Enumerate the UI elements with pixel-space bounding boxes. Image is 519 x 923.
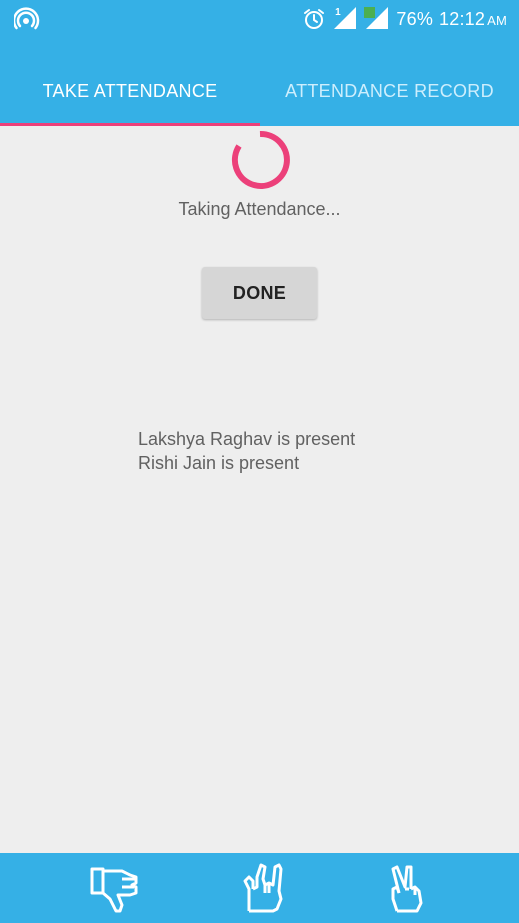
sim-badge: 1 <box>332 7 344 19</box>
tab-label: ATTENDANCE RECORD <box>285 80 494 101</box>
clock-time: 12:12 <box>439 8 486 29</box>
alarm-icon <box>304 9 325 29</box>
attendance-record: Rishi Jain is present <box>138 453 300 473</box>
thumbs-down-icon[interactable] <box>90 863 142 915</box>
sim2-signal <box>364 7 390 31</box>
progress-spinner <box>231 130 290 189</box>
clock: 12:12 AM <box>439 9 507 30</box>
progress-label: Taking Attendance... <box>178 199 341 219</box>
tab-selected-indicator <box>0 123 260 126</box>
app-bar: 1 76% 12:12 AM TAKE ATTENDANCE ATTENDANCE… <box>0 0 519 126</box>
attendance-record: Lakshya Raghav is present <box>138 429 356 449</box>
done-button[interactable]: DONE <box>202 267 317 319</box>
attendance-list: Lakshya Raghav is present Rishi Jain is … <box>138 427 355 475</box>
status-bar: 1 76% 12:12 AM <box>0 0 519 38</box>
battery-percentage: 76% <box>396 8 434 29</box>
hotspot-icon <box>14 7 40 30</box>
peace-hand-icon[interactable] <box>383 863 435 915</box>
clock-ampm: AM <box>487 12 507 28</box>
tab-attendance-record[interactable]: ATTENDANCE RECORD <box>260 56 519 126</box>
rock-hand-icon[interactable] <box>239 863 291 915</box>
tab-bar: TAKE ATTENDANCE ATTENDANCE RECORD <box>0 56 519 126</box>
bottom-bar <box>0 853 519 923</box>
sim1-signal: 1 <box>332 7 358 31</box>
signal-icon <box>364 7 389 29</box>
tab-label: TAKE ATTENDANCE <box>42 80 218 101</box>
tab-take-attendance[interactable]: TAKE ATTENDANCE <box>0 56 260 126</box>
